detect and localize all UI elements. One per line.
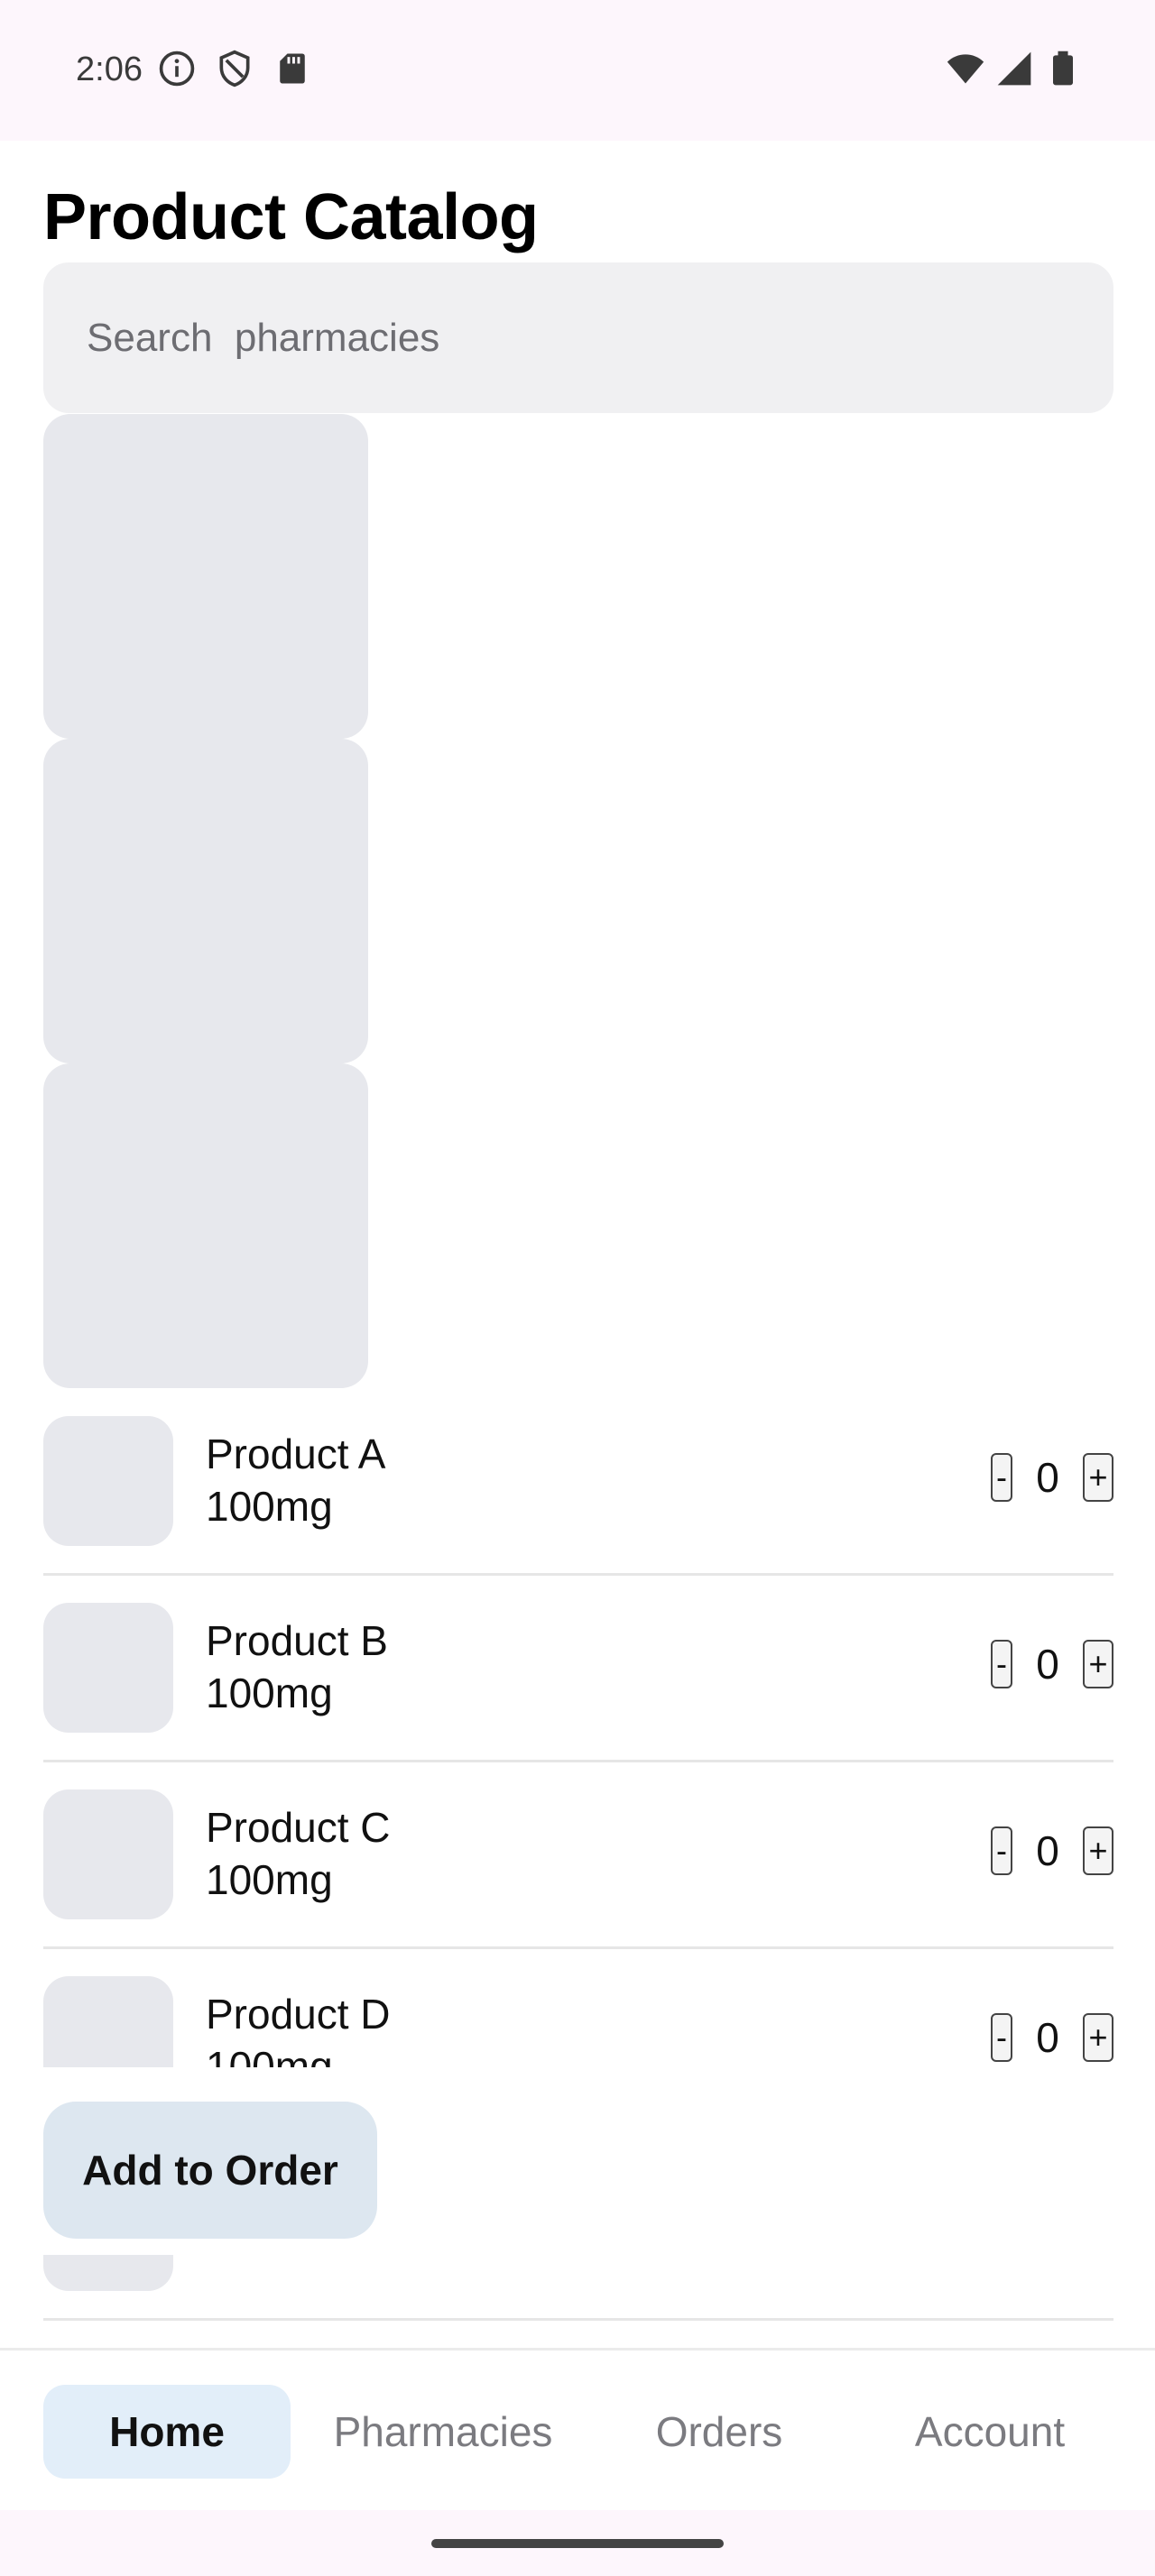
product-row: Product A 100mg - 0 + (43, 1389, 1113, 1576)
list-divider (43, 2318, 1113, 2321)
product-image (43, 1603, 173, 1733)
nav-home[interactable]: Home (43, 2385, 291, 2479)
increment-button[interactable]: + (1083, 2013, 1113, 2062)
product-name: Product D (206, 1991, 391, 2038)
increment-button[interactable]: + (1083, 1826, 1113, 1875)
product-image (43, 1976, 173, 2067)
product-dose: 100mg (206, 1856, 333, 1903)
sd-card-icon (280, 53, 305, 84)
product-name: Product B (206, 1617, 388, 1664)
category-tile[interactable] (43, 739, 368, 1063)
decrement-button[interactable]: - (991, 1826, 1012, 1875)
gesture-area (0, 2510, 1155, 2576)
product-dose: 100mg (206, 2043, 333, 2067)
product-name: Product C (206, 1804, 391, 1851)
battery-icon (1053, 51, 1073, 86)
page-title: Product Catalog (43, 181, 539, 253)
product-dose: 100mg (206, 1670, 333, 1716)
decrement-button[interactable]: - (991, 1453, 1012, 1502)
decrement-button[interactable]: - (991, 1640, 1012, 1688)
product-row: Product B 100mg - 0 + (43, 1576, 1113, 1762)
decrement-button[interactable]: - (991, 2013, 1012, 2062)
product-row: Product D 100mg - 0 + (43, 1949, 1113, 2067)
gesture-handle[interactable] (431, 2539, 724, 2548)
quantity-stepper: - 0 + (991, 1826, 1113, 1876)
status-bar: 2:06 (0, 0, 1155, 141)
shield-icon (219, 50, 250, 87)
increment-button[interactable]: + (1083, 1453, 1113, 1502)
quantity-value: 0 (1036, 1827, 1059, 1874)
quantity-value: 0 (1036, 1641, 1059, 1688)
quantity-value: 0 (1036, 2014, 1059, 2061)
nav-orders[interactable]: Orders (614, 2385, 825, 2479)
increment-button[interactable]: + (1083, 1640, 1113, 1688)
nav-pharmacies[interactable]: Pharmacies (305, 2385, 581, 2479)
product-list: Product A 100mg - 0 + Product B 100mg - … (43, 1389, 1113, 2067)
status-icons-left (157, 49, 312, 88)
quantity-stepper: - 0 + (991, 2012, 1113, 2063)
quantity-stepper: - 0 + (991, 1639, 1113, 1689)
search-input[interactable] (43, 262, 1113, 413)
wifi-icon (947, 54, 984, 84)
category-tile[interactable] (43, 414, 368, 739)
product-image-partial (43, 2255, 173, 2291)
status-icons-right (946, 49, 1083, 88)
quantity-stepper: - 0 + (991, 1452, 1113, 1503)
product-row: Product C 100mg - 0 + (43, 1762, 1113, 1949)
nav-account[interactable]: Account (866, 2385, 1113, 2479)
product-image (43, 1789, 173, 1919)
info-icon (159, 51, 195, 87)
product-dose: 100mg (206, 1483, 333, 1530)
product-image (43, 1416, 173, 1546)
add-to-order-button[interactable]: Add to Order (43, 2102, 377, 2239)
quantity-value: 0 (1036, 1454, 1059, 1501)
product-name: Product A (206, 1431, 386, 1477)
signal-icon (997, 51, 1031, 86)
bottom-navigation: Home Pharmacies Orders Account (0, 2348, 1155, 2510)
status-time: 2:06 (76, 51, 143, 88)
category-tile[interactable] (43, 1063, 368, 1388)
